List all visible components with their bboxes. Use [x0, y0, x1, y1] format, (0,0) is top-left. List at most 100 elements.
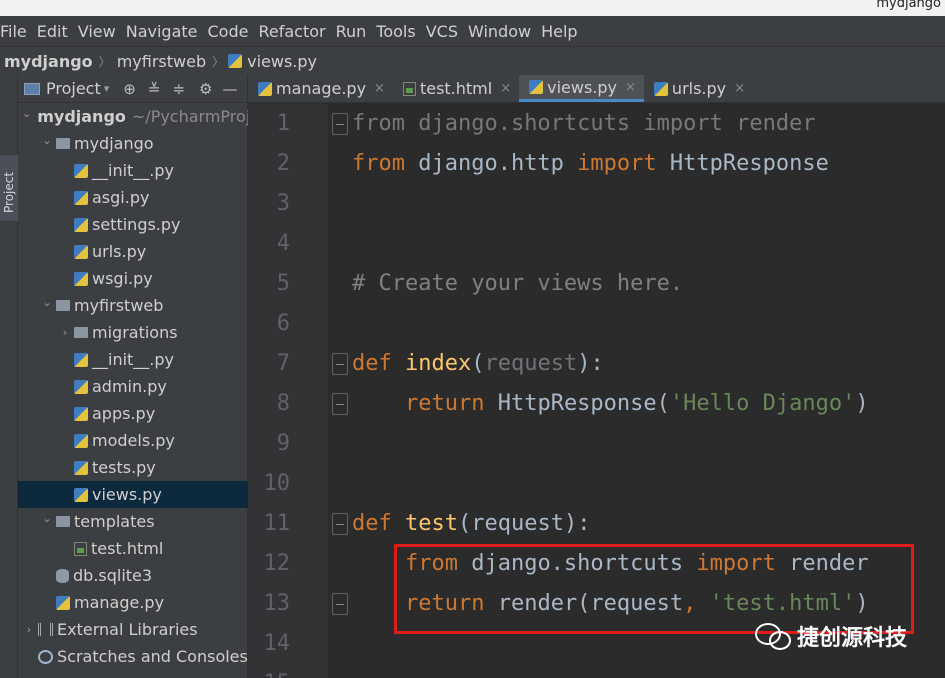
tree-item[interactable]: ⌄ myfirstweb — [18, 292, 248, 319]
line-number: 6 — [276, 311, 290, 336]
fold-marker-icon[interactable] — [332, 393, 348, 415]
chevron-down-icon[interactable]: ⌄ — [40, 512, 54, 525]
tree-item[interactable]: wsgi.py — [18, 265, 248, 292]
menu-item-edit[interactable]: Edit — [32, 22, 73, 41]
expand-all-icon[interactable]: ≚ — [148, 80, 161, 98]
menu-item-refactor[interactable]: Refactor — [253, 22, 330, 41]
python-file-icon — [258, 81, 272, 96]
library-icon — [38, 623, 53, 636]
close-icon[interactable]: × — [374, 81, 385, 96]
tree-item-label: apps.py — [92, 404, 156, 423]
code-token: request — [484, 351, 578, 376]
code-text: # Create your views here. — [352, 264, 683, 304]
tree-item[interactable]: models.py — [18, 427, 248, 454]
scratches-icon — [38, 649, 53, 664]
breadcrumb-item[interactable]: mydjango — [0, 52, 95, 71]
code-text: def test(request): — [352, 504, 590, 544]
tree-item[interactable]: admin.py — [18, 373, 248, 400]
chevron-down-icon[interactable]: ⌄ — [22, 107, 31, 120]
code-line: 10 — [248, 464, 945, 504]
menu-item-navigate[interactable]: Navigate — [121, 22, 203, 41]
python-file-icon — [74, 190, 88, 205]
code-token: # Create your views here. — [352, 271, 684, 296]
tree-item[interactable]: ⌄ mydjango — [18, 130, 248, 157]
tree-item-label: settings.py — [92, 215, 181, 234]
tree-item[interactable]: manage.py — [18, 589, 248, 616]
tree-item-label: urls.py — [92, 242, 147, 261]
tree-item[interactable]: tests.py — [18, 454, 248, 481]
code-editor[interactable]: 1 from django.shortcuts import render 2 fro… — [248, 104, 945, 678]
menu-item-code[interactable]: Code — [203, 22, 254, 41]
tree-item-label: db.sqlite3 — [73, 566, 153, 585]
code-token: import — [577, 151, 657, 176]
fold-marker-icon[interactable] — [332, 593, 348, 615]
tree-item-label: myfirstweb — [74, 296, 164, 315]
tree-item[interactable]: urls.py — [18, 238, 248, 265]
menu-item-window[interactable]: Window — [463, 22, 536, 41]
close-icon[interactable]: × — [625, 80, 636, 95]
menu-item-help[interactable]: Help — [536, 22, 582, 41]
tree-item[interactable]: views.py — [18, 481, 248, 508]
code-token: from — [352, 151, 405, 176]
line-number: 1 — [276, 111, 290, 136]
chevron-right-icon[interactable]: › — [22, 623, 36, 636]
tree-item-label: models.py — [92, 431, 175, 450]
menu-bar: File Edit View Navigate Code Refactor Run Tools… — [0, 16, 945, 46]
tab-test-html[interactable]: test.html × — [393, 75, 519, 102]
close-icon[interactable]: × — [500, 81, 511, 96]
code-token: ( — [471, 351, 485, 376]
tab-urls-py[interactable]: urls.py × — [644, 75, 753, 102]
tree-item[interactable]: settings.py — [18, 211, 248, 238]
tree-item[interactable]: test.html — [18, 535, 248, 562]
tab-views-py[interactable]: views.py × — [519, 75, 644, 102]
chevron-down-icon[interactable]: ⌄ — [40, 134, 54, 147]
code-line: 7 def index(request): — [248, 344, 945, 384]
project-panel-header: Project ▾ ⊕ ≚ ≑ ⚙ — — [18, 75, 247, 103]
chevron-down-icon[interactable]: ▾ — [104, 82, 110, 95]
tree-item[interactable]: › External Libraries — [18, 616, 248, 643]
left-tool-stripe: Project — [0, 75, 18, 678]
folder-icon — [74, 327, 88, 338]
tree-item[interactable]: asgi.py — [18, 184, 248, 211]
gear-icon[interactable]: ⚙ — [199, 80, 212, 98]
code-line: 11 def test(request): — [248, 504, 945, 544]
html-file-icon — [74, 541, 87, 556]
tree-item[interactable]: db.sqlite3 — [18, 562, 248, 589]
tree-item[interactable]: › migrations — [18, 319, 248, 346]
tree-item[interactable]: ⌄ templates — [18, 508, 248, 535]
tab-manage-py[interactable]: manage.py × — [248, 75, 393, 102]
menu-item-run[interactable]: Run — [331, 22, 372, 41]
chevron-down-icon[interactable]: ⌄ — [40, 296, 54, 309]
close-icon[interactable]: × — [734, 81, 745, 96]
project-view-selector[interactable]: Project — [46, 79, 101, 98]
code-token: return — [404, 391, 485, 416]
project-tool-button[interactable]: Project — [0, 155, 18, 221]
tree-item[interactable]: apps.py — [18, 400, 248, 427]
tree-item[interactable]: Scratches and Consoles — [18, 643, 248, 670]
tree-item[interactable]: ⌄ mydjango ~/PycharmProj — [18, 103, 248, 130]
tree-item-label: __init__.py — [92, 161, 175, 180]
tree-item[interactable]: __init__.py — [18, 157, 248, 184]
tree-item-label: tests.py — [92, 458, 156, 477]
fold-marker-icon[interactable] — [332, 513, 348, 535]
tree-item-label: test.html — [91, 539, 164, 558]
hide-panel-icon[interactable]: — — [222, 80, 237, 98]
locate-icon[interactable]: ⊕ — [123, 80, 136, 98]
python-file-icon — [74, 163, 88, 178]
collapse-all-icon[interactable]: ≑ — [172, 80, 185, 98]
fold-marker-icon[interactable] — [332, 353, 348, 375]
tab-label: test.html — [419, 79, 493, 98]
python-file-icon — [74, 406, 88, 421]
menu-item-tools[interactable]: Tools — [371, 22, 420, 41]
breadcrumb-item[interactable]: views.py — [245, 52, 319, 71]
fold-marker-icon[interactable] — [332, 113, 348, 135]
menu-item-file[interactable]: File — [0, 22, 32, 41]
menu-item-vcs[interactable]: VCS — [421, 22, 463, 41]
chevron-right-icon[interactable]: › — [58, 326, 72, 339]
tree-item[interactable]: __init__.py — [18, 346, 248, 373]
breadcrumb-item[interactable]: myfirstweb — [115, 52, 208, 71]
line-number: 12 — [263, 551, 291, 576]
menu-item-view[interactable]: View — [73, 22, 121, 41]
